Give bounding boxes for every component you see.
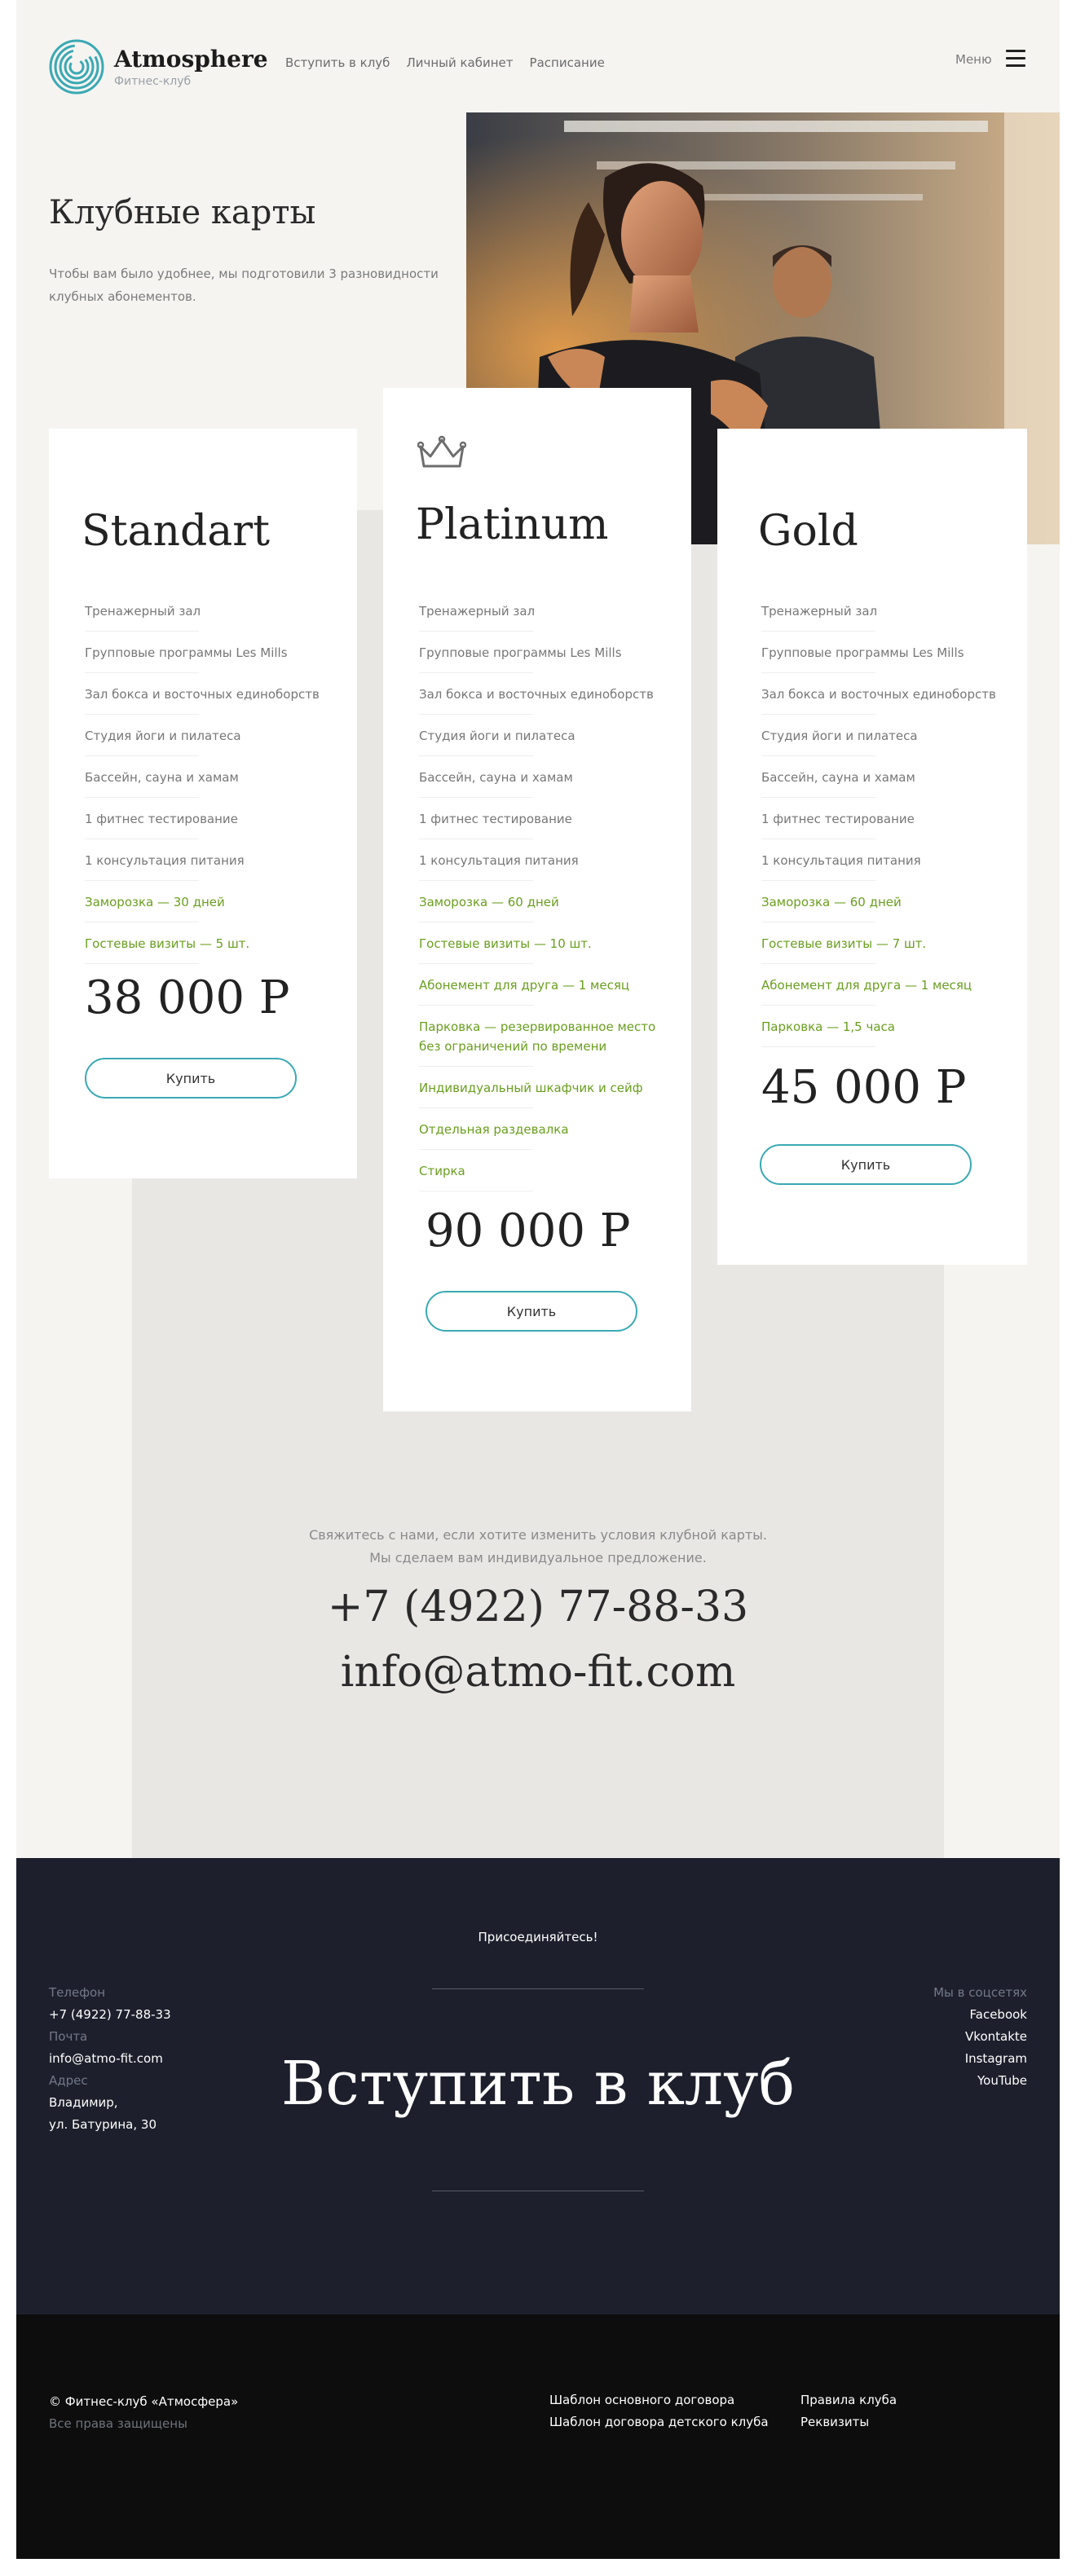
feature-item: Зал бокса и восточных единоборств: [85, 673, 337, 715]
buy-button-gold[interactable]: Купить: [760, 1144, 972, 1185]
social-label: Мы в соцсетях: [933, 1985, 1027, 2000]
hamburger-menu-icon[interactable]: [1006, 50, 1025, 71]
feature-item: Групповые программы Les Mills: [419, 632, 672, 673]
social-link-instagram[interactable]: Instagram: [933, 2048, 1027, 2070]
feature-item: 1 фитнес тестирование: [85, 798, 337, 839]
social-link-facebook[interactable]: Facebook: [933, 2004, 1027, 2026]
feature-item: Тренажерный зал: [419, 590, 672, 632]
footer-link-rules[interactable]: Правила клуба: [800, 2389, 897, 2411]
extra-feature-item: Парковка — 1,5 часа: [761, 1006, 1014, 1047]
buy-button-standart[interactable]: Купить: [85, 1058, 297, 1099]
card-platinum: Platinum Тренажерный зал Групповые прогр…: [383, 388, 691, 1411]
social-link-vkontakte[interactable]: Vkontakte: [933, 2026, 1027, 2048]
copyright: © Фитнес-клуб «Атмосфера»: [49, 2394, 239, 2409]
feature-list: Тренажерный зал Групповые программы Les …: [85, 590, 337, 964]
brand-name[interactable]: Atmosphere: [114, 46, 268, 73]
feature-item: Зал бокса и восточных единоборств: [761, 673, 1014, 715]
page-title: Клубные карты: [49, 194, 316, 231]
divider: [432, 1988, 644, 1989]
nav-account[interactable]: Личный кабинет: [406, 55, 513, 70]
feature-item: Тренажерный зал: [761, 590, 1014, 632]
feature-item: Групповые программы Les Mills: [761, 632, 1014, 673]
buy-button-platinum[interactable]: Купить: [426, 1291, 637, 1332]
feature-item: Бассейн, сауна и хамам: [85, 756, 337, 798]
extra-feature-item: Заморозка — 60 дней: [419, 881, 672, 923]
card-standart: Standart Тренажерный зал Групповые прогр…: [49, 429, 357, 1178]
extra-feature-item: Абонемент для друга — 1 месяц: [419, 964, 672, 1006]
phone-label: Телефон: [49, 1985, 106, 2000]
extra-feature-item: Гостевые визиты — 7 шт.: [761, 923, 1014, 964]
feature-item: Бассейн, сауна и хамам: [761, 756, 1014, 798]
card-price: 45 000 Р: [761, 1061, 967, 1114]
feature-item: Зал бокса и восточных единоборств: [419, 673, 672, 715]
extra-feature-item: Гостевые визиты — 10 шт.: [419, 923, 672, 964]
card-gold: Gold Тренажерный зал Групповые программы…: [717, 429, 1027, 1265]
social-block: Мы в соцсетях Facebook Vkontakte Instagr…: [933, 1982, 1027, 2092]
feature-item: 1 консультация питания: [419, 839, 672, 881]
feature-item: Студия йоги и пилатеса: [85, 715, 337, 756]
site-header: Atmosphere Фитнес-клуб Вступить в клуб Л…: [16, 0, 1060, 112]
page-description: Чтобы вам было удобнее, мы подготовили 3…: [49, 266, 439, 304]
feature-item: Студия йоги и пилатеса: [761, 715, 1014, 756]
card-price: 38 000 Р: [85, 971, 290, 1024]
main-nav: Вступить в клуб Личный кабинет Расписани…: [285, 55, 605, 70]
footer-link-main-contract[interactable]: Шаблон основного договора: [549, 2389, 769, 2411]
site-footer: © Фитнес-клуб «Атмосфера» Все права защи…: [16, 2314, 1060, 2559]
feature-list: Тренажерный зал Групповые программы Les …: [419, 590, 672, 1191]
feature-list: Тренажерный зал Групповые программы Les …: [761, 590, 1014, 1047]
phone-link[interactable]: +7 (4922) 77-88-33: [49, 2004, 171, 2026]
card-price: 90 000 Р: [426, 1204, 631, 1257]
address-line: ул. Батурина, 30: [49, 2117, 157, 2132]
card-title: Platinum: [416, 500, 609, 549]
contact-phone[interactable]: +7 (4922) 77-88-33: [132, 1583, 944, 1631]
join-pretitle: Присоединяйтесь!: [478, 1930, 598, 1944]
join-section: Присоединяйтесь! Вступить в клуб Телефон…: [16, 1858, 1060, 2314]
feature-item: 1 фитнес тестирование: [419, 798, 672, 839]
extra-feature-item: Заморозка — 30 дней: [85, 881, 337, 923]
brand-subtitle: Фитнес-клуб: [114, 75, 192, 88]
extra-feature-item: Отдельная раздевалка: [419, 1108, 672, 1150]
page: Atmosphere Фитнес-клуб Вступить в клуб Л…: [16, 0, 1060, 2559]
card-title: Standart: [82, 507, 271, 556]
crown-icon: [417, 435, 466, 468]
email-label: Почта: [49, 2029, 88, 2044]
extra-feature-item: Гостевые визиты — 5 шт.: [85, 923, 337, 964]
nav-schedule[interactable]: Расписание: [530, 55, 605, 70]
address-line: Владимир,: [49, 2095, 118, 2110]
feature-item: 1 консультация питания: [85, 839, 337, 881]
extra-feature-item: Заморозка — 60 дней: [761, 881, 1014, 923]
contact-note: Свяжитесь с нами, если хотите изменить у…: [132, 1524, 944, 1570]
extra-feature-item: Парковка — резервированное место без огр…: [419, 1006, 672, 1067]
contact-email[interactable]: info@atmo-fit.com: [132, 1648, 944, 1697]
rights-reserved: Все права защищены: [49, 2416, 187, 2431]
feature-item: Тренажерный зал: [85, 590, 337, 632]
extra-feature-item: Абонемент для друга — 1 месяц: [761, 964, 1014, 1006]
feature-item: 1 консультация питания: [761, 839, 1014, 881]
card-title: Gold: [758, 507, 858, 556]
feature-item: Бассейн, сауна и хамам: [419, 756, 672, 798]
email-link[interactable]: info@atmo-fit.com: [49, 2048, 171, 2070]
contact-note-line: Свяжитесь с нами, если хотите изменить у…: [309, 1527, 767, 1543]
social-link-youtube[interactable]: YouTube: [933, 2070, 1027, 2092]
footer-links-info: Правила клуба Реквизиты: [800, 2389, 897, 2433]
nav-join[interactable]: Вступить в клуб: [285, 55, 390, 70]
feature-item: 1 фитнес тестирование: [761, 798, 1014, 839]
contacts-block: Телефон +7 (4922) 77-88-33 Почта info@at…: [49, 1982, 171, 2136]
menu-label[interactable]: Меню: [955, 52, 992, 67]
address-label: Адрес: [49, 2073, 88, 2088]
feature-item: Групповые программы Les Mills: [85, 632, 337, 673]
feature-item: Студия йоги и пилатеса: [419, 715, 672, 756]
join-title[interactable]: Вступить в клуб: [16, 2049, 1060, 2119]
logo-icon[interactable]: [49, 39, 104, 95]
footer-link-requisites[interactable]: Реквизиты: [800, 2411, 897, 2433]
footer-link-kids-contract[interactable]: Шаблон договора детского клуба: [549, 2411, 769, 2433]
contact-note-line: Мы сделаем вам индивидуальное предложени…: [369, 1550, 707, 1565]
footer-links-documents: Шаблон основного договора Шаблон договор…: [549, 2389, 769, 2433]
extra-feature-item: Стирка: [419, 1150, 672, 1191]
extra-feature-item: Индивидуальный шкафчик и сейф: [419, 1067, 672, 1108]
